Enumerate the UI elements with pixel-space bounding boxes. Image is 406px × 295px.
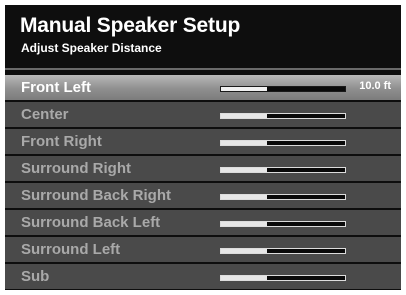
distance-slider[interactable] — [220, 86, 346, 92]
distance-slider-fill — [221, 249, 267, 253]
distance-slider-fill — [221, 114, 267, 118]
speaker-row-surround-back-right[interactable]: Surround Back Right — [5, 183, 401, 208]
distance-slider[interactable] — [220, 275, 346, 281]
speaker-label: Surround Right — [21, 160, 131, 177]
speaker-label: Front Left — [21, 79, 91, 96]
speaker-label: Sub — [21, 268, 50, 285]
screen: Manual Speaker Setup Adjust Speaker Dist… — [0, 0, 406, 295]
page-title: Manual Speaker Setup — [20, 14, 241, 37]
speaker-label: Surround Left — [21, 241, 121, 258]
distance-slider[interactable] — [220, 248, 346, 254]
distance-slider[interactable] — [220, 113, 346, 119]
speaker-label: Surround Back Left — [21, 214, 161, 231]
speaker-row-surround-back-left[interactable]: Surround Back Left — [5, 210, 401, 235]
speaker-row-surround-right[interactable]: Surround Right — [5, 156, 401, 181]
speaker-row-center[interactable]: Center — [5, 102, 401, 127]
distance-value: 10.0 ft — [359, 80, 391, 92]
speaker-label: Center — [21, 106, 69, 123]
speaker-label: Surround Back Right — [21, 187, 172, 204]
distance-slider-fill — [221, 276, 267, 280]
distance-slider-fill — [221, 195, 267, 199]
speaker-row-surround-left[interactable]: Surround Left — [5, 237, 401, 262]
page-subtitle: Adjust Speaker Distance — [21, 41, 162, 55]
distance-slider[interactable] — [220, 140, 346, 146]
distance-slider-fill — [221, 168, 267, 172]
distance-slider-fill — [221, 222, 267, 226]
distance-slider-fill — [221, 87, 267, 91]
distance-slider-fill — [221, 141, 267, 145]
speaker-list: Front Left 10.0 ft Center Front Right Su… — [5, 75, 401, 290]
speaker-setup-panel: Manual Speaker Setup Adjust Speaker Dist… — [5, 5, 401, 290]
speaker-label: Front Right — [21, 133, 102, 150]
speaker-row-front-left[interactable]: Front Left 10.0 ft — [5, 75, 401, 100]
speaker-row-sub[interactable]: Sub — [5, 264, 401, 289]
distance-slider[interactable] — [220, 221, 346, 227]
distance-slider[interactable] — [220, 194, 346, 200]
header-divider — [5, 68, 401, 70]
speaker-row-front-right[interactable]: Front Right — [5, 129, 401, 154]
distance-slider[interactable] — [220, 167, 346, 173]
